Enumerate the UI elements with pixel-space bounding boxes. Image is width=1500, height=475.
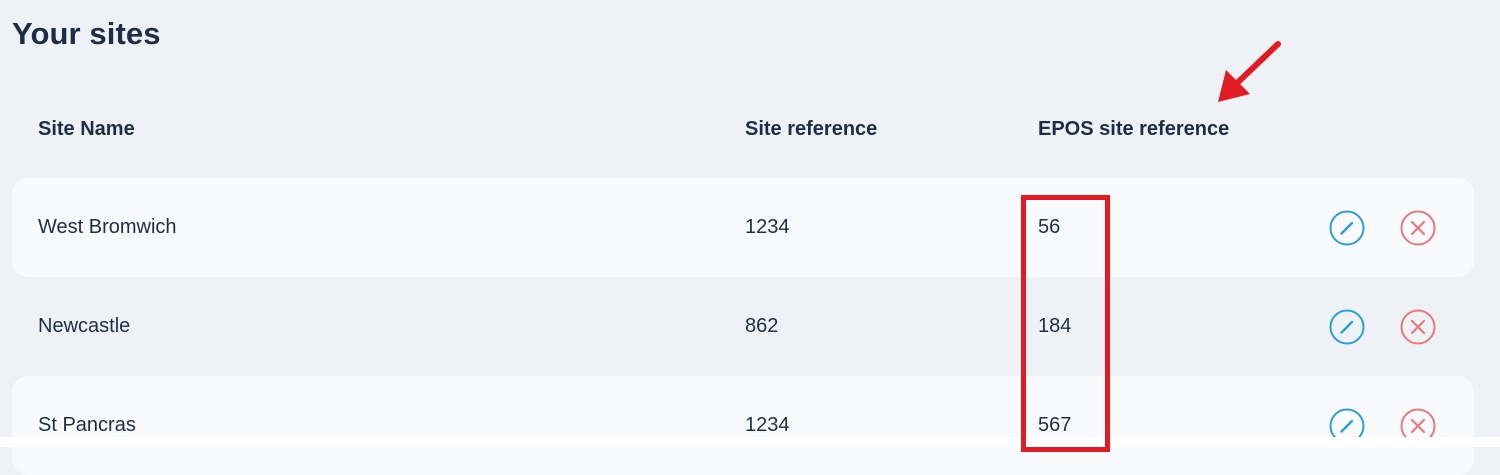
table-row: Newcastle 862 184 — [12, 277, 1474, 376]
close-circle-icon — [1400, 309, 1436, 345]
site-name-cell: St Pancras — [38, 414, 136, 436]
column-header-site-name[interactable]: Site Name — [38, 118, 135, 141]
pencil-icon — [1329, 210, 1365, 246]
site-reference-cell: 862 — [745, 315, 779, 337]
delete-button[interactable] — [1400, 210, 1436, 246]
close-circle-icon — [1400, 210, 1436, 246]
epos-site-reference-cell: 184 — [1038, 315, 1072, 337]
table-row: West Bromwich 1234 56 — [12, 178, 1474, 277]
edit-button[interactable] — [1329, 210, 1365, 246]
page-title: Your sites — [12, 16, 161, 51]
pencil-icon — [1329, 309, 1365, 345]
epos-site-reference-cell: 56 — [1038, 216, 1061, 238]
column-header-epos-site-reference[interactable]: EPOS site reference — [1038, 118, 1229, 141]
table-row: St Pancras 1234 567 — [12, 376, 1474, 475]
delete-button[interactable] — [1400, 309, 1436, 345]
site-name-cell: West Bromwich — [38, 216, 177, 238]
site-name-cell: Newcastle — [38, 315, 131, 337]
edit-button[interactable] — [1329, 309, 1365, 345]
table-header: Site Name Site reference EPOS site refer… — [12, 108, 1474, 152]
site-reference-cell: 1234 — [745, 216, 790, 238]
site-reference-cell: 1234 — [745, 414, 790, 436]
column-header-site-reference[interactable]: Site reference — [745, 118, 877, 141]
annotation-arrow-icon — [1218, 41, 1281, 102]
epos-site-reference-cell: 567 — [1038, 414, 1072, 436]
bottom-edge — [0, 437, 1500, 447]
